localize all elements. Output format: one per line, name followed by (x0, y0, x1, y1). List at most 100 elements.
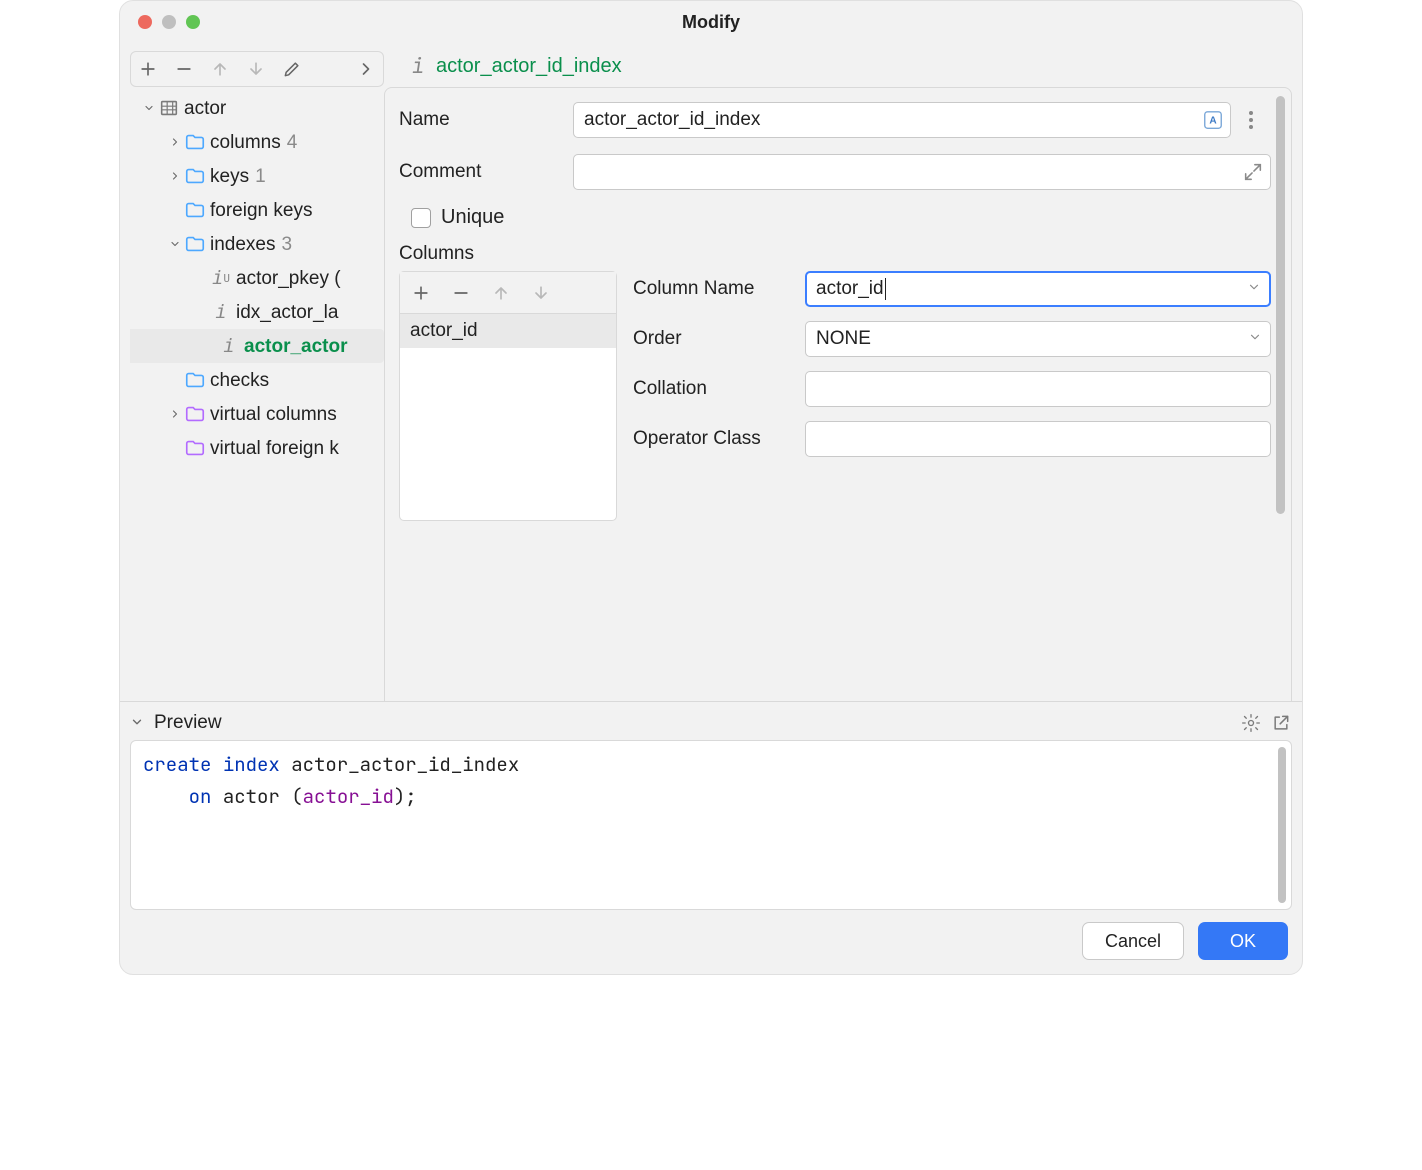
folder-icon (184, 131, 206, 153)
more-options-icon[interactable] (1231, 102, 1271, 138)
tree-node-index[interactable]: i idx_actor_la (130, 295, 384, 329)
column-item[interactable]: actor_id (400, 314, 616, 348)
unique-label: Unique (441, 206, 504, 229)
sql-keyword: index (223, 752, 280, 777)
pop-out-icon[interactable] (1270, 713, 1292, 733)
add-icon[interactable] (137, 59, 159, 79)
tree-node-indexes[interactable]: indexes 3 (130, 227, 384, 261)
tree-label: actor_actor (244, 330, 348, 363)
collation-label: Collation (633, 378, 793, 400)
expand-icon[interactable] (1242, 161, 1264, 183)
form-pane: i actor_actor_id_index Name actor_actor_… (384, 51, 1292, 701)
index-icon: i (210, 296, 232, 329)
tree-node-keys[interactable]: keys 1 (130, 159, 384, 193)
chevron-down-icon[interactable] (140, 102, 158, 114)
tree-label: foreign keys (210, 194, 312, 227)
sql-keyword: create (143, 752, 211, 777)
opclass-label: Operator Class (633, 428, 793, 450)
titlebar: Modify (120, 1, 1302, 43)
tree-node-virtual-columns[interactable]: virtual columns (130, 397, 384, 431)
index-icon: iU (210, 262, 232, 295)
tree-count: 4 (287, 126, 298, 159)
tree-node-index[interactable]: iU actor_pkey ( (130, 261, 384, 295)
tree-count: 3 (282, 228, 293, 261)
folder-icon (184, 369, 206, 391)
unique-row[interactable]: Unique (399, 206, 1271, 229)
chevron-right-icon[interactable] (166, 170, 184, 182)
edit-icon[interactable] (281, 59, 303, 79)
column-properties: Column Name actor_id Order NONE (633, 271, 1271, 521)
up-icon[interactable] (209, 59, 231, 79)
sql-column: actor_id (303, 784, 394, 809)
up-icon[interactable] (490, 283, 512, 303)
sql-identifier: actor_actor_id_index (291, 752, 519, 777)
remove-icon[interactable] (450, 283, 472, 303)
tree-node-virtual-fk[interactable]: virtual foreign k (130, 431, 384, 465)
regex-icon[interactable]: A (1202, 109, 1224, 131)
column-name-label: Column Name (633, 278, 793, 300)
tree-count: 1 (255, 160, 266, 193)
order-combo[interactable]: NONE (805, 321, 1271, 357)
cancel-button[interactable]: Cancel (1082, 922, 1184, 960)
preview-scrollbar[interactable] (1278, 747, 1286, 903)
tree-label: indexes (210, 228, 276, 261)
add-icon[interactable] (410, 283, 432, 303)
tree-pane: actor columns 4 keys 1 foreign (130, 51, 384, 701)
tree-label: keys (210, 160, 249, 193)
tree-label: idx_actor_la (236, 296, 338, 329)
chevron-right-icon[interactable] (166, 408, 184, 420)
preview-sql[interactable]: create index actor_actor_id_index on act… (130, 740, 1292, 910)
unique-checkbox[interactable] (411, 208, 431, 228)
sql-identifier: actor (223, 784, 280, 809)
columns-section: Columns actor_id (399, 243, 1271, 521)
columns-list-toolbar (400, 272, 616, 314)
table-icon (158, 97, 180, 119)
name-label: Name (399, 109, 573, 131)
tree-node-index-selected[interactable]: i actor_actor (130, 329, 384, 363)
folder-icon (184, 165, 206, 187)
columns-list: actor_id (399, 271, 617, 521)
comment-label: Comment (399, 161, 573, 183)
column-name-combo[interactable]: actor_id (805, 271, 1271, 307)
sql-keyword: on (189, 784, 212, 809)
down-icon[interactable] (245, 59, 267, 79)
collation-input[interactable] (805, 371, 1271, 407)
order-label: Order (633, 328, 793, 350)
object-tree[interactable]: actor columns 4 keys 1 foreign (130, 91, 384, 465)
chevron-down-icon[interactable] (1247, 278, 1261, 300)
svg-text:A: A (1209, 116, 1217, 127)
chevron-down-icon[interactable] (1248, 328, 1262, 350)
tree-node-columns[interactable]: columns 4 (130, 125, 384, 159)
form-body: Name actor_actor_id_index A Comment (384, 87, 1292, 701)
remove-icon[interactable] (173, 59, 195, 79)
chevron-down-icon[interactable] (130, 712, 146, 735)
down-icon[interactable] (530, 283, 552, 303)
tree-node-checks[interactable]: checks (130, 363, 384, 397)
tree-label: virtual columns (210, 398, 337, 431)
comment-input[interactable] (573, 154, 1271, 190)
tree-label: checks (210, 364, 269, 397)
preview-section: Preview create index actor_actor_id_inde… (120, 701, 1302, 910)
chevron-right-icon[interactable] (355, 59, 377, 79)
modify-dialog: Modify actor (119, 0, 1303, 975)
tree-label: virtual foreign k (210, 432, 339, 465)
index-icon: i (410, 53, 426, 79)
gear-icon[interactable] (1240, 713, 1262, 733)
preview-header: Preview (130, 706, 1292, 740)
tree-node-table[interactable]: actor (130, 91, 384, 125)
name-input[interactable]: actor_actor_id_index A (573, 102, 1231, 138)
opclass-input[interactable] (805, 421, 1271, 457)
ok-button[interactable]: OK (1198, 922, 1288, 960)
preview-label: Preview (154, 712, 222, 734)
condition-row-partial: C diti (399, 684, 1269, 701)
form-scrollbar[interactable] (1276, 96, 1285, 693)
index-icon: i (218, 330, 240, 363)
text-cursor (885, 278, 886, 300)
tree-node-foreign-keys[interactable]: foreign keys (130, 193, 384, 227)
chevron-down-icon[interactable] (166, 238, 184, 250)
form-grid: Name actor_actor_id_index A Comment (399, 102, 1271, 229)
columns-items[interactable]: actor_id (400, 314, 616, 520)
tree-label: actor_pkey ( (236, 262, 341, 295)
column-name-value: actor_id (816, 278, 884, 300)
chevron-right-icon[interactable] (166, 136, 184, 148)
